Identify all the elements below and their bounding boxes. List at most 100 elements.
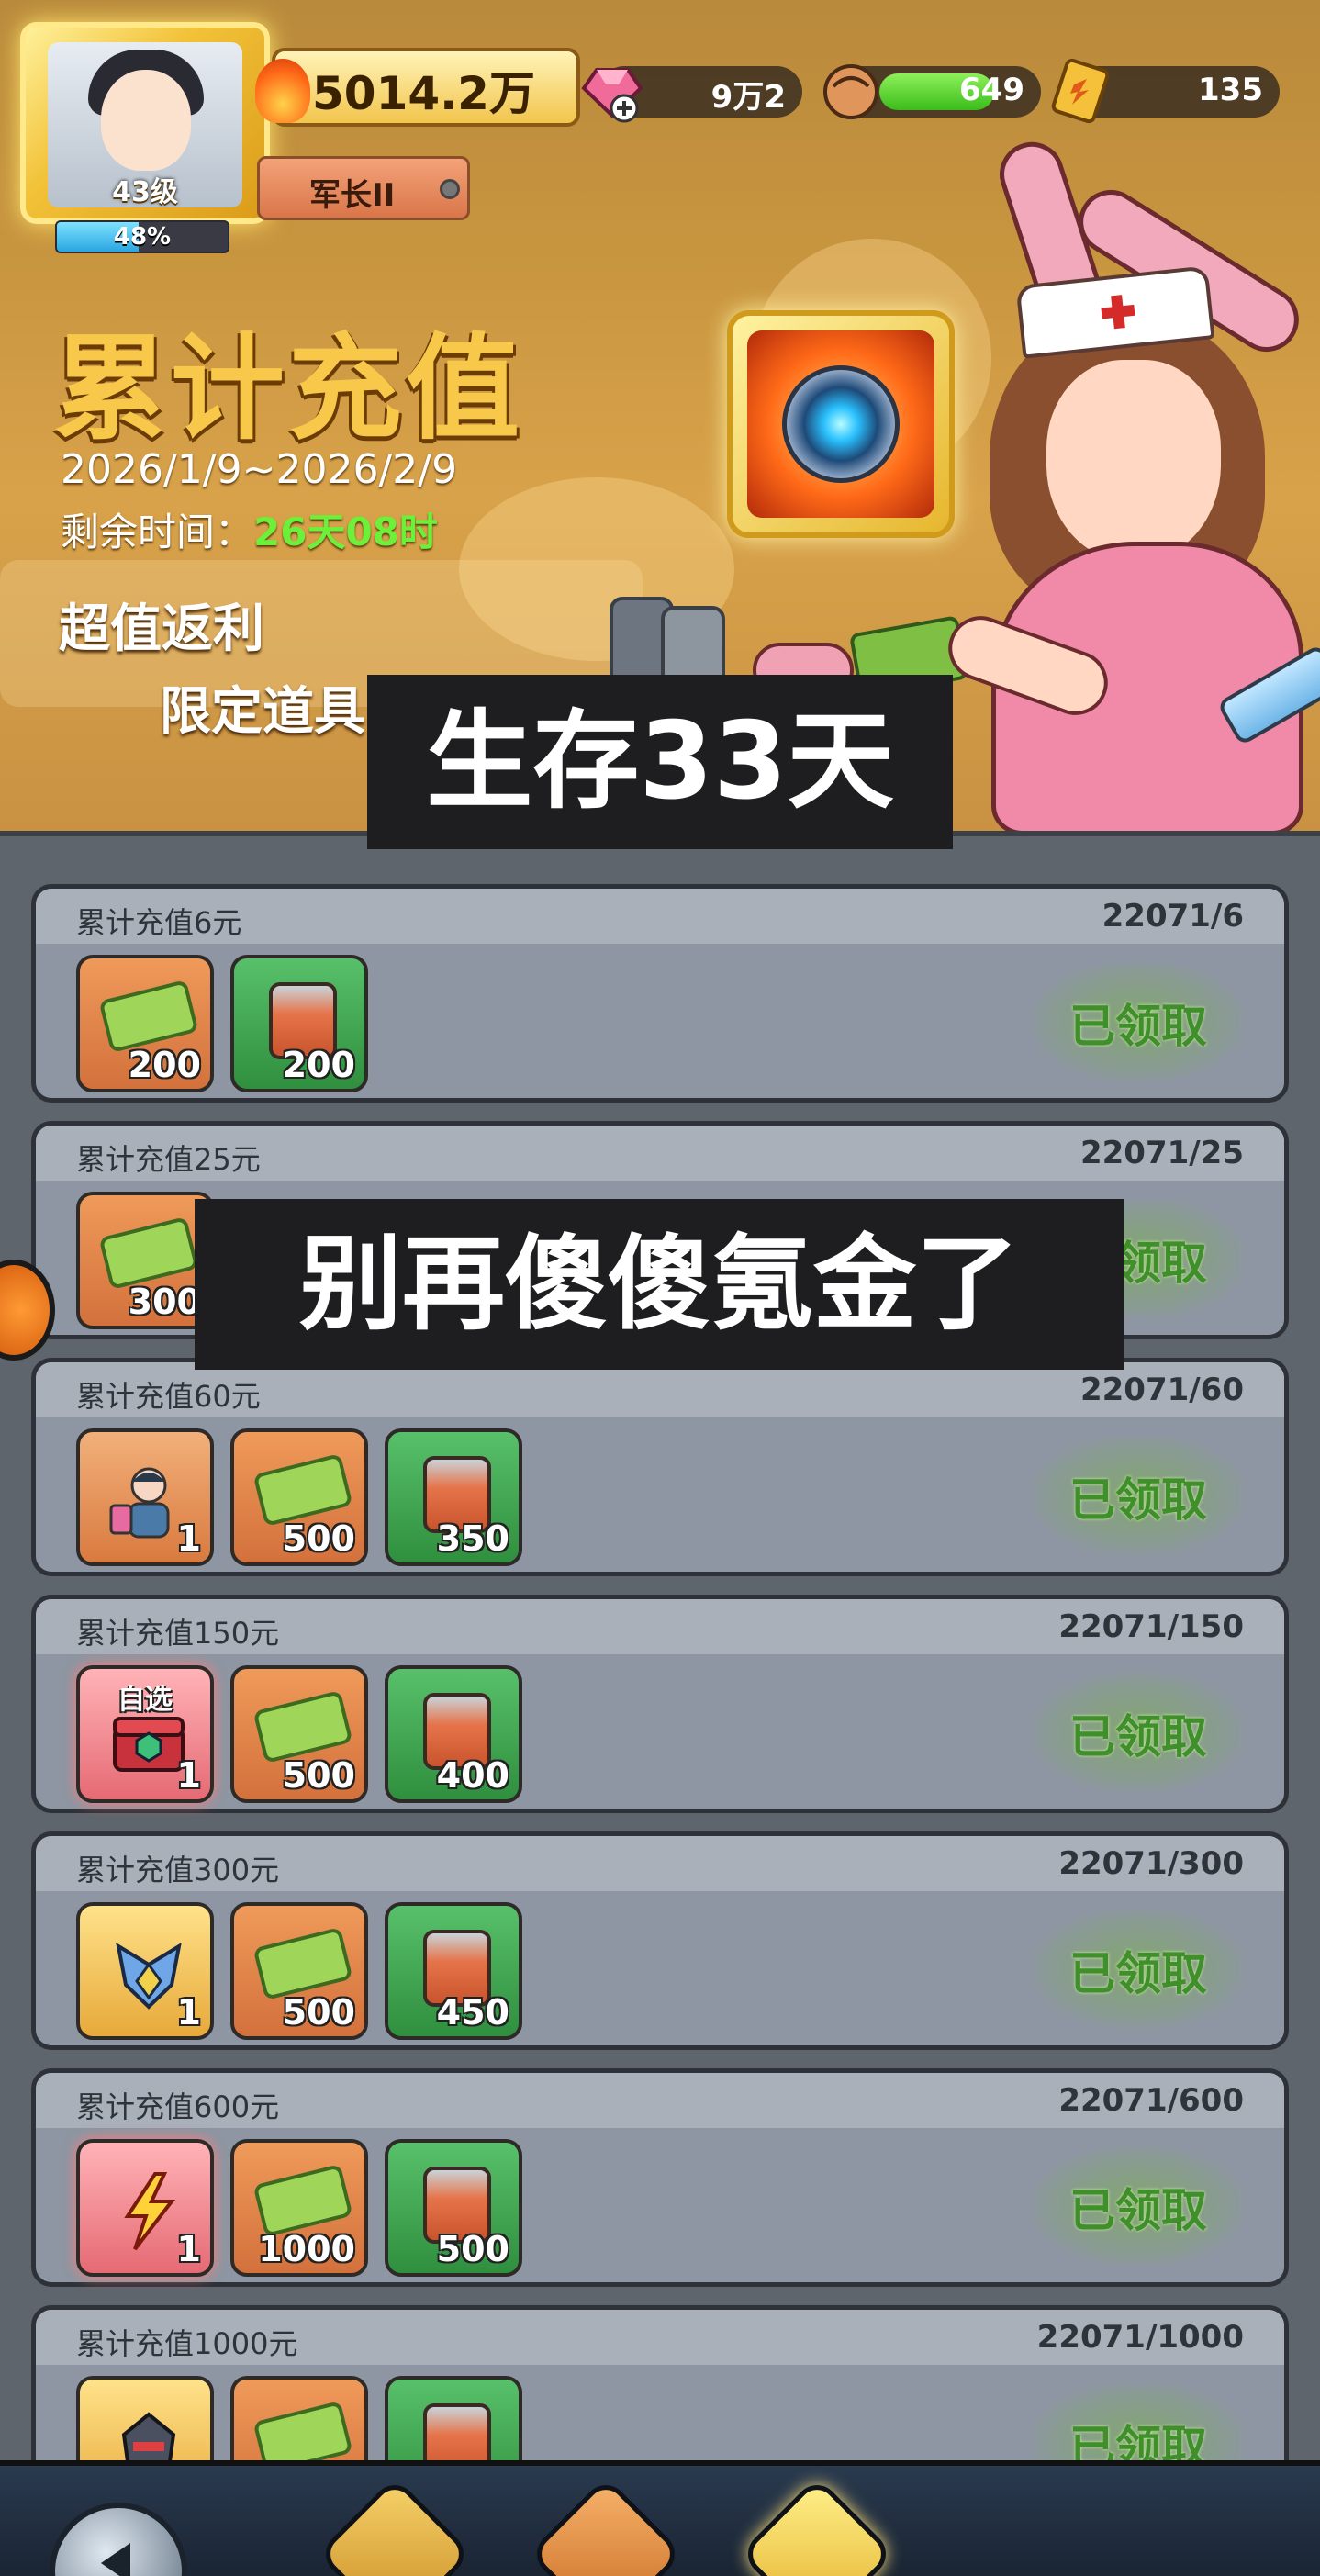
rank-badge[interactable]: 军长II: [257, 156, 470, 220]
claimed-stamp: 已领取: [1033, 1436, 1244, 1555]
item-count: 1: [176, 1518, 201, 1559]
tier-header: 累计充值600元 22071/600: [36, 2073, 1284, 2128]
reward-item-special[interactable]: 自选 1: [76, 1665, 214, 1803]
nav-tab-recharge[interactable]: [739, 2476, 895, 2576]
character-face: [1046, 360, 1221, 562]
claimed-stamp: 已领取: [1033, 1910, 1244, 2029]
tier-title: 累计充值1000元: [76, 2326, 298, 2361]
tier-progress: 22071/300: [1058, 1845, 1244, 1882]
energy-core-icon: [782, 365, 900, 483]
ticket-icon: [1051, 58, 1110, 124]
claimed-label: 已领取: [1069, 1473, 1207, 1527]
item-tag: 自选: [117, 1684, 173, 1716]
video-caption-middle: 别再傻傻氪金了: [195, 1199, 1124, 1370]
tier-header: 累计充值25元 22071/25: [36, 1126, 1284, 1181]
item-count: 200: [282, 1045, 355, 1085]
gem-amount: 9万2: [710, 79, 786, 116]
player-level: 43级: [112, 176, 178, 208]
reward-tier-3: 累计充值150元 22071/150 自选 1 500 400 已领取: [31, 1595, 1289, 1813]
tier-reward-items: 300: [76, 1192, 214, 1329]
tier-header: 累计充值300元 22071/300: [36, 1836, 1284, 1891]
claimed-label: 已领取: [1069, 1710, 1207, 1764]
item-count: 450: [436, 1992, 509, 2033]
item-count: 1: [176, 2229, 201, 2269]
reward-item-special[interactable]: 1: [76, 1902, 214, 2040]
reward-item-cash[interactable]: 500: [230, 1665, 368, 1803]
exp-percent: 48%: [113, 223, 172, 251]
reward-item-cash[interactable]: 300: [76, 1192, 214, 1329]
tier-title: 累计充值6元: [76, 905, 242, 940]
reward-tier-list[interactable]: 累计充值6元 22071/6 200 200 已领取 累计充值25元 22071/…: [0, 831, 1320, 2524]
video-caption-top: 生存33天: [367, 675, 953, 849]
tier-progress: 22071/60: [1079, 1372, 1244, 1408]
nurse-character-art: [939, 133, 1320, 831]
reward-item-cash[interactable]: 500: [230, 1902, 368, 2040]
stamina-fist-icon: [823, 64, 878, 119]
tier-reward-items: 1 1000 500: [76, 2139, 522, 2277]
item-count: 1000: [258, 2229, 355, 2269]
reward-item-canned-food[interactable]: 450: [385, 1902, 522, 2040]
reward-item-canned-food[interactable]: 400: [385, 1665, 522, 1803]
promo-text-limited: 限定道具: [160, 682, 365, 742]
cash-stack-icon: [252, 1453, 353, 1527]
reward-item-canned-food[interactable]: 350: [385, 1428, 522, 1566]
featured-reward[interactable]: [727, 310, 955, 538]
event-title: 累计充值: [53, 323, 524, 455]
rank-label: 军长II: [309, 177, 396, 214]
tier-reward-items: 200 200: [76, 955, 368, 1092]
gem-plus-icon: [581, 68, 643, 123]
stamina-counter[interactable]: 649: [823, 64, 1041, 119]
reward-item-cash[interactable]: 1000: [230, 2139, 368, 2277]
item-count: 350: [436, 1518, 509, 1559]
claimed-label: 已领取: [1069, 2184, 1207, 2237]
tier-header: 累计充值6元 22071/6: [36, 889, 1284, 944]
reward-item-cash[interactable]: 200: [76, 955, 214, 1092]
promo-text-rebate: 超值返利: [59, 599, 264, 659]
claimed-stamp: 已领取: [1033, 2146, 1244, 2266]
item-count: 1: [176, 1992, 201, 2033]
claimed-stamp: 已领取: [1033, 1673, 1244, 1792]
reward-item-special[interactable]: 1: [76, 1428, 214, 1566]
tier-header: 累计充值150元 22071/150: [36, 1599, 1284, 1654]
tier-progress: 22071/25: [1079, 1135, 1244, 1171]
bottom-navigation: [0, 2460, 1320, 2576]
back-arrow-icon: [101, 2543, 130, 2576]
stamina-amount: 649: [959, 72, 1024, 108]
reward-item-canned-food[interactable]: 200: [230, 955, 368, 1092]
combat-power-value: 5014.2万: [312, 67, 535, 120]
tier-header: 累计充值1000元 22071/1000: [36, 2310, 1284, 2365]
flame-icon: [255, 59, 310, 123]
tier-title: 累计充值25元: [76, 1142, 261, 1177]
gem-counter[interactable]: 9万2: [581, 66, 802, 123]
tier-reward-items: 1 500 350: [76, 1428, 522, 1566]
reward-item-special[interactable]: 1: [76, 2139, 214, 2277]
reward-tier-4: 累计充值300元 22071/300 1 500 450 已领取: [31, 1831, 1289, 2050]
cash-stack-icon: [98, 1216, 199, 1290]
remaining-time-value: 26天08时: [253, 510, 438, 554]
featured-reward-background: [747, 330, 934, 518]
reward-item-cash[interactable]: 500: [230, 1428, 368, 1566]
ticket-counter[interactable]: 135: [1051, 58, 1280, 124]
item-count: 200: [128, 1045, 201, 1085]
nav-tab-shop[interactable]: [317, 2476, 473, 2576]
item-count: 300: [128, 1282, 201, 1322]
tier-progress: 22071/1000: [1036, 2319, 1244, 2356]
tier-reward-items: 1 500 450: [76, 1902, 522, 2040]
remaining-time: 剩余时间：26天08时: [61, 501, 438, 557]
item-count: 500: [282, 1992, 355, 2033]
back-button[interactable]: [50, 2503, 187, 2576]
tier-title: 累计充值150元: [76, 1616, 280, 1651]
tier-progress: 22071/150: [1058, 1608, 1244, 1645]
tier-progress: 22071/6: [1102, 898, 1244, 935]
player-avatar[interactable]: 43级: [20, 22, 270, 224]
exp-progress-bar: 48%: [55, 220, 229, 253]
item-count: 400: [436, 1755, 509, 1796]
cash-stack-icon: [252, 1927, 353, 2000]
cash-stack-icon: [252, 1690, 353, 1764]
tier-reward-items: 自选 1 500 400: [76, 1665, 522, 1803]
reward-item-canned-food[interactable]: 500: [385, 2139, 522, 2277]
reward-tier-5: 累计充值600元 22071/600 1 1000 500 已领取: [31, 2068, 1289, 2287]
nav-tab-gift[interactable]: [528, 2476, 684, 2576]
red-cross-icon: [1101, 295, 1135, 330]
claimed-stamp: 已领取: [1033, 962, 1244, 1081]
